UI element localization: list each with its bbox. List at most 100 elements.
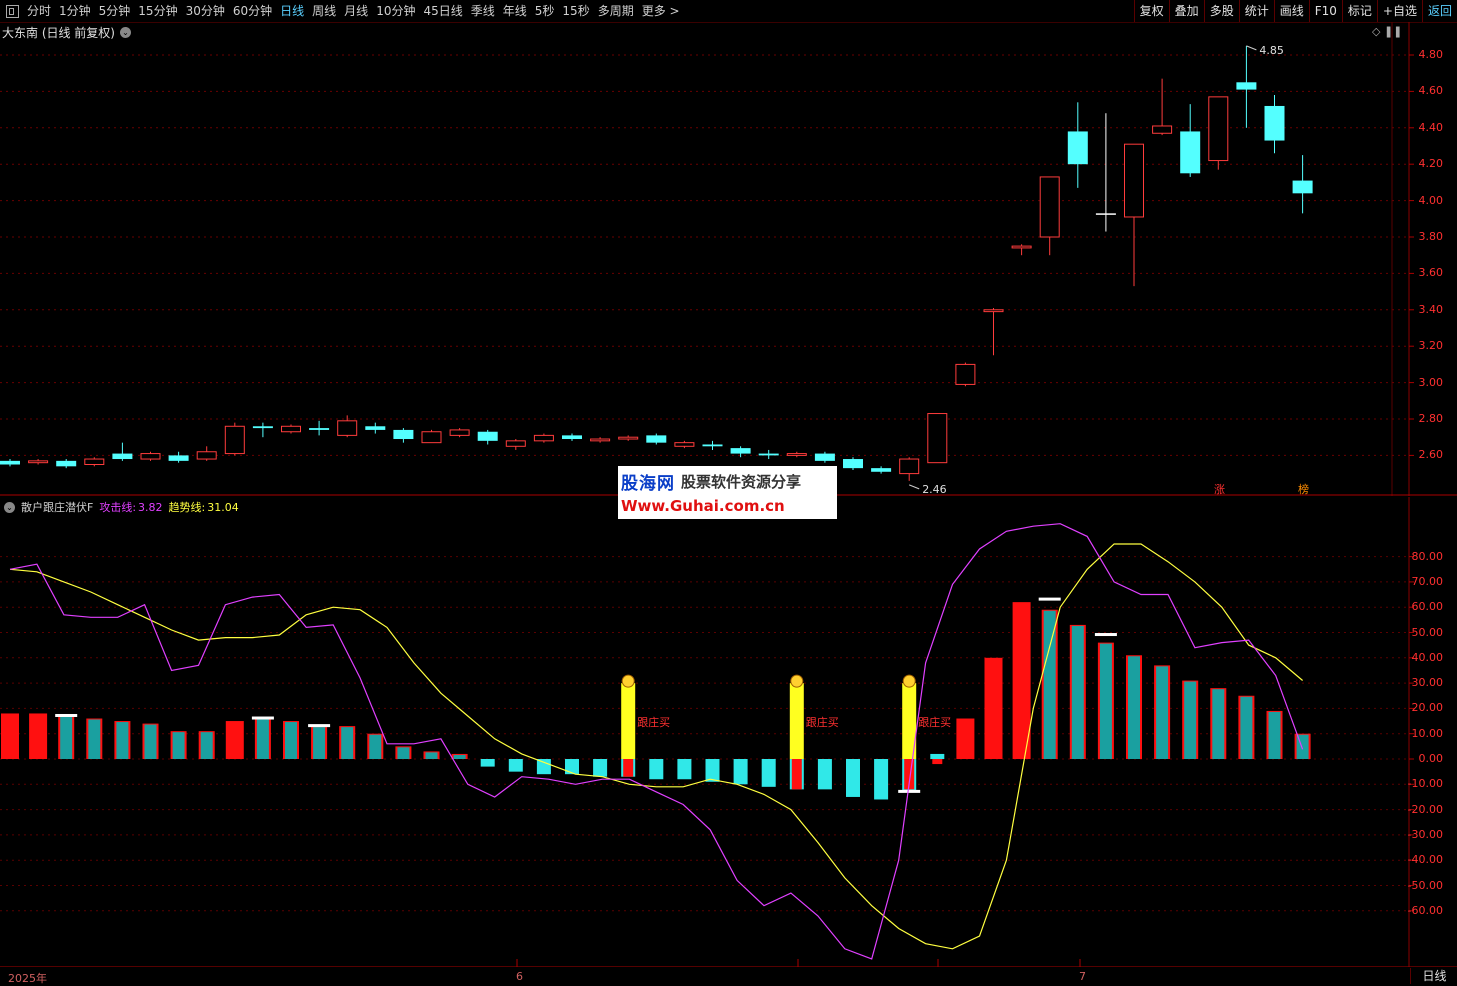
indicator-bar	[817, 759, 832, 790]
period-tab-16[interactable]: 更多 >	[638, 0, 684, 22]
period-tab-2[interactable]: 5分钟	[95, 0, 135, 22]
indicator-bar-inner	[313, 727, 326, 759]
period-tab-3[interactable]: 15分钟	[134, 0, 181, 22]
price-tick-label: 4.60	[1418, 84, 1444, 98]
candle-body	[1236, 82, 1257, 90]
candle-body	[758, 453, 779, 456]
candle-body	[365, 426, 386, 430]
indicator-bar-inner	[425, 752, 438, 759]
period-tab-1[interactable]: 1分钟	[55, 0, 95, 22]
price-tick-label: 4.00	[1418, 193, 1444, 207]
candle-body	[196, 451, 217, 460]
action-button-5[interactable]: F10	[1308, 0, 1342, 22]
candle-body	[224, 425, 245, 455]
candle-body	[927, 413, 948, 464]
date-label-june: 6	[516, 970, 523, 983]
indicator-chart[interactable]	[0, 497, 1457, 967]
candle-body	[1039, 176, 1060, 238]
indicator-tick-label: 80.00	[1411, 549, 1444, 563]
buy-signal-label: 跟庄买	[918, 716, 952, 730]
period-tab-5[interactable]: 60分钟	[229, 0, 276, 22]
candle-body	[56, 460, 77, 467]
indicator-bar-inner	[60, 716, 73, 759]
price-tick-label: 2.60	[1418, 448, 1444, 462]
indicator-bar-inner	[1268, 711, 1281, 759]
candle-body	[421, 431, 442, 444]
candle-body	[449, 429, 470, 436]
indicator-bar	[225, 721, 244, 759]
indicator-bar-inner	[1128, 656, 1140, 759]
indicator-bar	[846, 759, 860, 797]
candle-body	[533, 434, 554, 442]
action-button-6[interactable]: 标记	[1341, 0, 1377, 22]
action-button-1[interactable]: 叠加	[1168, 0, 1204, 22]
candle-body	[562, 435, 582, 440]
period-tab-4[interactable]: 30分钟	[182, 0, 229, 22]
indicator-tick-label: -40.00	[1407, 853, 1443, 867]
bar-cap	[1094, 633, 1117, 637]
bar-cap	[308, 724, 331, 728]
action-button-7[interactable]: +自选	[1376, 0, 1422, 22]
period-tab-6[interactable]: 日线	[276, 0, 308, 22]
period-tab-0[interactable]: 分时	[23, 0, 55, 22]
candlestick-chart[interactable]: 4.85 2.46	[0, 22, 1457, 496]
indicator-bar	[649, 759, 664, 780]
candle-body	[730, 448, 751, 454]
watermark-logo: 股海网	[621, 473, 675, 494]
candle-body	[1095, 213, 1116, 215]
indicator-bar-inner	[1212, 689, 1225, 759]
indicator-bar	[1, 713, 19, 759]
period-tab-14[interactable]: 15秒	[558, 0, 593, 22]
action-button-4[interactable]: 画线	[1273, 0, 1309, 22]
indicator-tick-label: -10.00	[1407, 777, 1443, 791]
period-tab-7[interactable]: 周线	[308, 0, 340, 22]
indicator-bar	[930, 753, 945, 759]
watermark: 股海网 股票软件资源分享 Www.Guhai.com.cn	[618, 466, 837, 519]
action-button-8[interactable]: 返回	[1421, 0, 1457, 22]
price-tick-label: 4.40	[1418, 120, 1444, 134]
indicator-bar-inner	[1240, 696, 1253, 759]
low-pointer	[909, 484, 920, 490]
action-button-0[interactable]: 复权	[1133, 0, 1169, 22]
indicator-tick-label: -60.00	[1407, 903, 1443, 917]
price-tick-label: 4.80	[1418, 48, 1444, 61]
period-tab-13[interactable]: 5秒	[531, 0, 559, 22]
zhang-mark[interactable]: 涨	[1214, 481, 1225, 497]
price-tick-label: 4.20	[1418, 157, 1444, 171]
low-price-label: 2.46	[922, 483, 947, 496]
action-button-2[interactable]: 多股	[1203, 0, 1239, 22]
period-indicator[interactable]: 日线	[1410, 968, 1457, 984]
bar-cap	[251, 716, 274, 720]
bang-mark[interactable]: 榜	[1298, 481, 1309, 497]
signal-bar	[789, 683, 804, 759]
signal-bar	[621, 683, 636, 759]
layout-icon[interactable]	[6, 4, 19, 18]
candle-body	[281, 425, 301, 433]
period-tab-15[interactable]: 多周期	[594, 0, 638, 22]
indicator-bar-inner	[1184, 681, 1197, 759]
indicator-bar-inner	[397, 747, 410, 759]
indicator-bar	[761, 759, 776, 787]
candle-body	[1180, 131, 1201, 174]
indicator-bar	[705, 759, 720, 782]
buy-signal-label: 跟庄买	[805, 716, 839, 730]
indicator-bar-inner	[1071, 625, 1084, 759]
action-button-3[interactable]: 统计	[1238, 0, 1274, 22]
candle-body	[140, 453, 161, 460]
period-tab-12[interactable]: 年线	[499, 0, 531, 22]
money-bag-icon	[621, 674, 635, 688]
indicator-tick-label: -30.00	[1407, 827, 1443, 841]
price-tick-label: 3.40	[1418, 302, 1444, 316]
period-tab-9[interactable]: 10分钟	[372, 0, 419, 22]
indicator-red-core	[791, 759, 802, 790]
indicator-bar-inner	[341, 727, 354, 759]
period-tab-8[interactable]: 月线	[340, 0, 372, 22]
money-bag-icon	[902, 674, 916, 688]
period-tab-10[interactable]: 45日线	[419, 0, 466, 22]
indicator-bar	[480, 759, 495, 767]
indicator-bar-inner	[144, 724, 157, 759]
candle-body	[618, 436, 639, 440]
watermark-tag: 股票软件资源分享	[681, 472, 802, 491]
indicator-bar	[677, 759, 692, 780]
period-tab-11[interactable]: 季线	[467, 0, 499, 22]
